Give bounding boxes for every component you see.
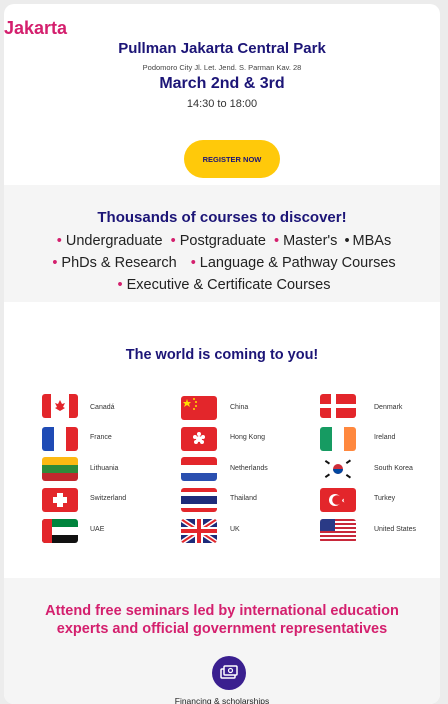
france-flag-icon — [42, 427, 78, 451]
denmark-flag-icon — [320, 394, 356, 418]
uk-flag-icon — [181, 519, 217, 543]
netherlands-flag-icon — [181, 457, 217, 481]
course-item: Undergraduate — [65, 233, 163, 249]
country-name: Switzerland — [90, 495, 127, 502]
course-item: Master's — [283, 233, 338, 249]
country-name: Canadá — [90, 404, 115, 411]
ireland-flag-icon — [320, 427, 356, 451]
country-name: Hong Kong — [230, 434, 266, 441]
register-now-button[interactable]: REGISTER NOW — [184, 140, 280, 178]
money-icon — [212, 656, 246, 690]
country-name: Ireland — [374, 434, 396, 441]
seminars-text: Attend free seminars led by internationa… — [45, 603, 399, 637]
country-name: UK — [230, 526, 240, 533]
financing-scholarships-label: Financing & scholarships — [174, 696, 270, 704]
course-item: Executive & Certificate Courses — [126, 277, 331, 293]
course-row-1: • Undergraduate • Postgraduate • Master's •… — [56, 233, 392, 249]
turkey-flag-icon — [320, 488, 356, 512]
hong-kong-flag-icon — [181, 427, 217, 451]
south-korea-flag-icon — [320, 457, 356, 481]
canada-flag-icon — [42, 394, 78, 418]
event-time: 14:30 to 18:00 — [186, 98, 258, 110]
event-venue: Pullman Jakarta Central Park — [118, 40, 326, 57]
switzerland-flag-icon — [42, 488, 78, 512]
country-name: UAE — [90, 526, 105, 533]
course-row-2: • PhDs & Research • Language & Pathway Cou… — [52, 255, 396, 271]
country-name: Thailand — [230, 495, 257, 502]
country-name: China — [230, 404, 249, 411]
event-dates: March 2nd & 3rd — [159, 75, 285, 92]
course-row-3: • Executive & Certificate Courses — [117, 277, 331, 293]
event-address: Podomoro City Jl. Let. Jend. S. Parman K… — [142, 63, 302, 72]
country-name: United States — [374, 526, 417, 533]
china-flag-icon — [181, 396, 217, 420]
country-name: Denmark — [374, 404, 403, 411]
event-card: Jakarta Pullman Jakarta Central Park Pod… — [4, 4, 440, 704]
uae-flag-icon — [42, 519, 78, 543]
world-heading: The world is coming to you! — [125, 347, 319, 363]
country-name: France — [90, 434, 112, 441]
courses-heading: Thousands of courses to discover! — [97, 209, 347, 226]
usa-flag-icon — [320, 519, 356, 543]
country-name: South Korea — [374, 465, 413, 472]
course-item: PhDs & Research — [61, 255, 177, 271]
courses-section: Thousands of courses to discover! • Under… — [4, 185, 440, 302]
course-item: Language & Pathway Courses — [199, 255, 396, 271]
event-city: Jakarta — [4, 18, 68, 38]
country-name: Lithuania — [90, 465, 119, 472]
thailand-flag-icon — [181, 488, 217, 512]
course-item: Postgraduate — [179, 233, 266, 249]
country-name: Turkey — [374, 495, 396, 502]
country-name: Netherlands — [230, 465, 268, 472]
course-item: MBAs — [352, 233, 392, 249]
lithuania-flag-icon — [42, 457, 78, 481]
